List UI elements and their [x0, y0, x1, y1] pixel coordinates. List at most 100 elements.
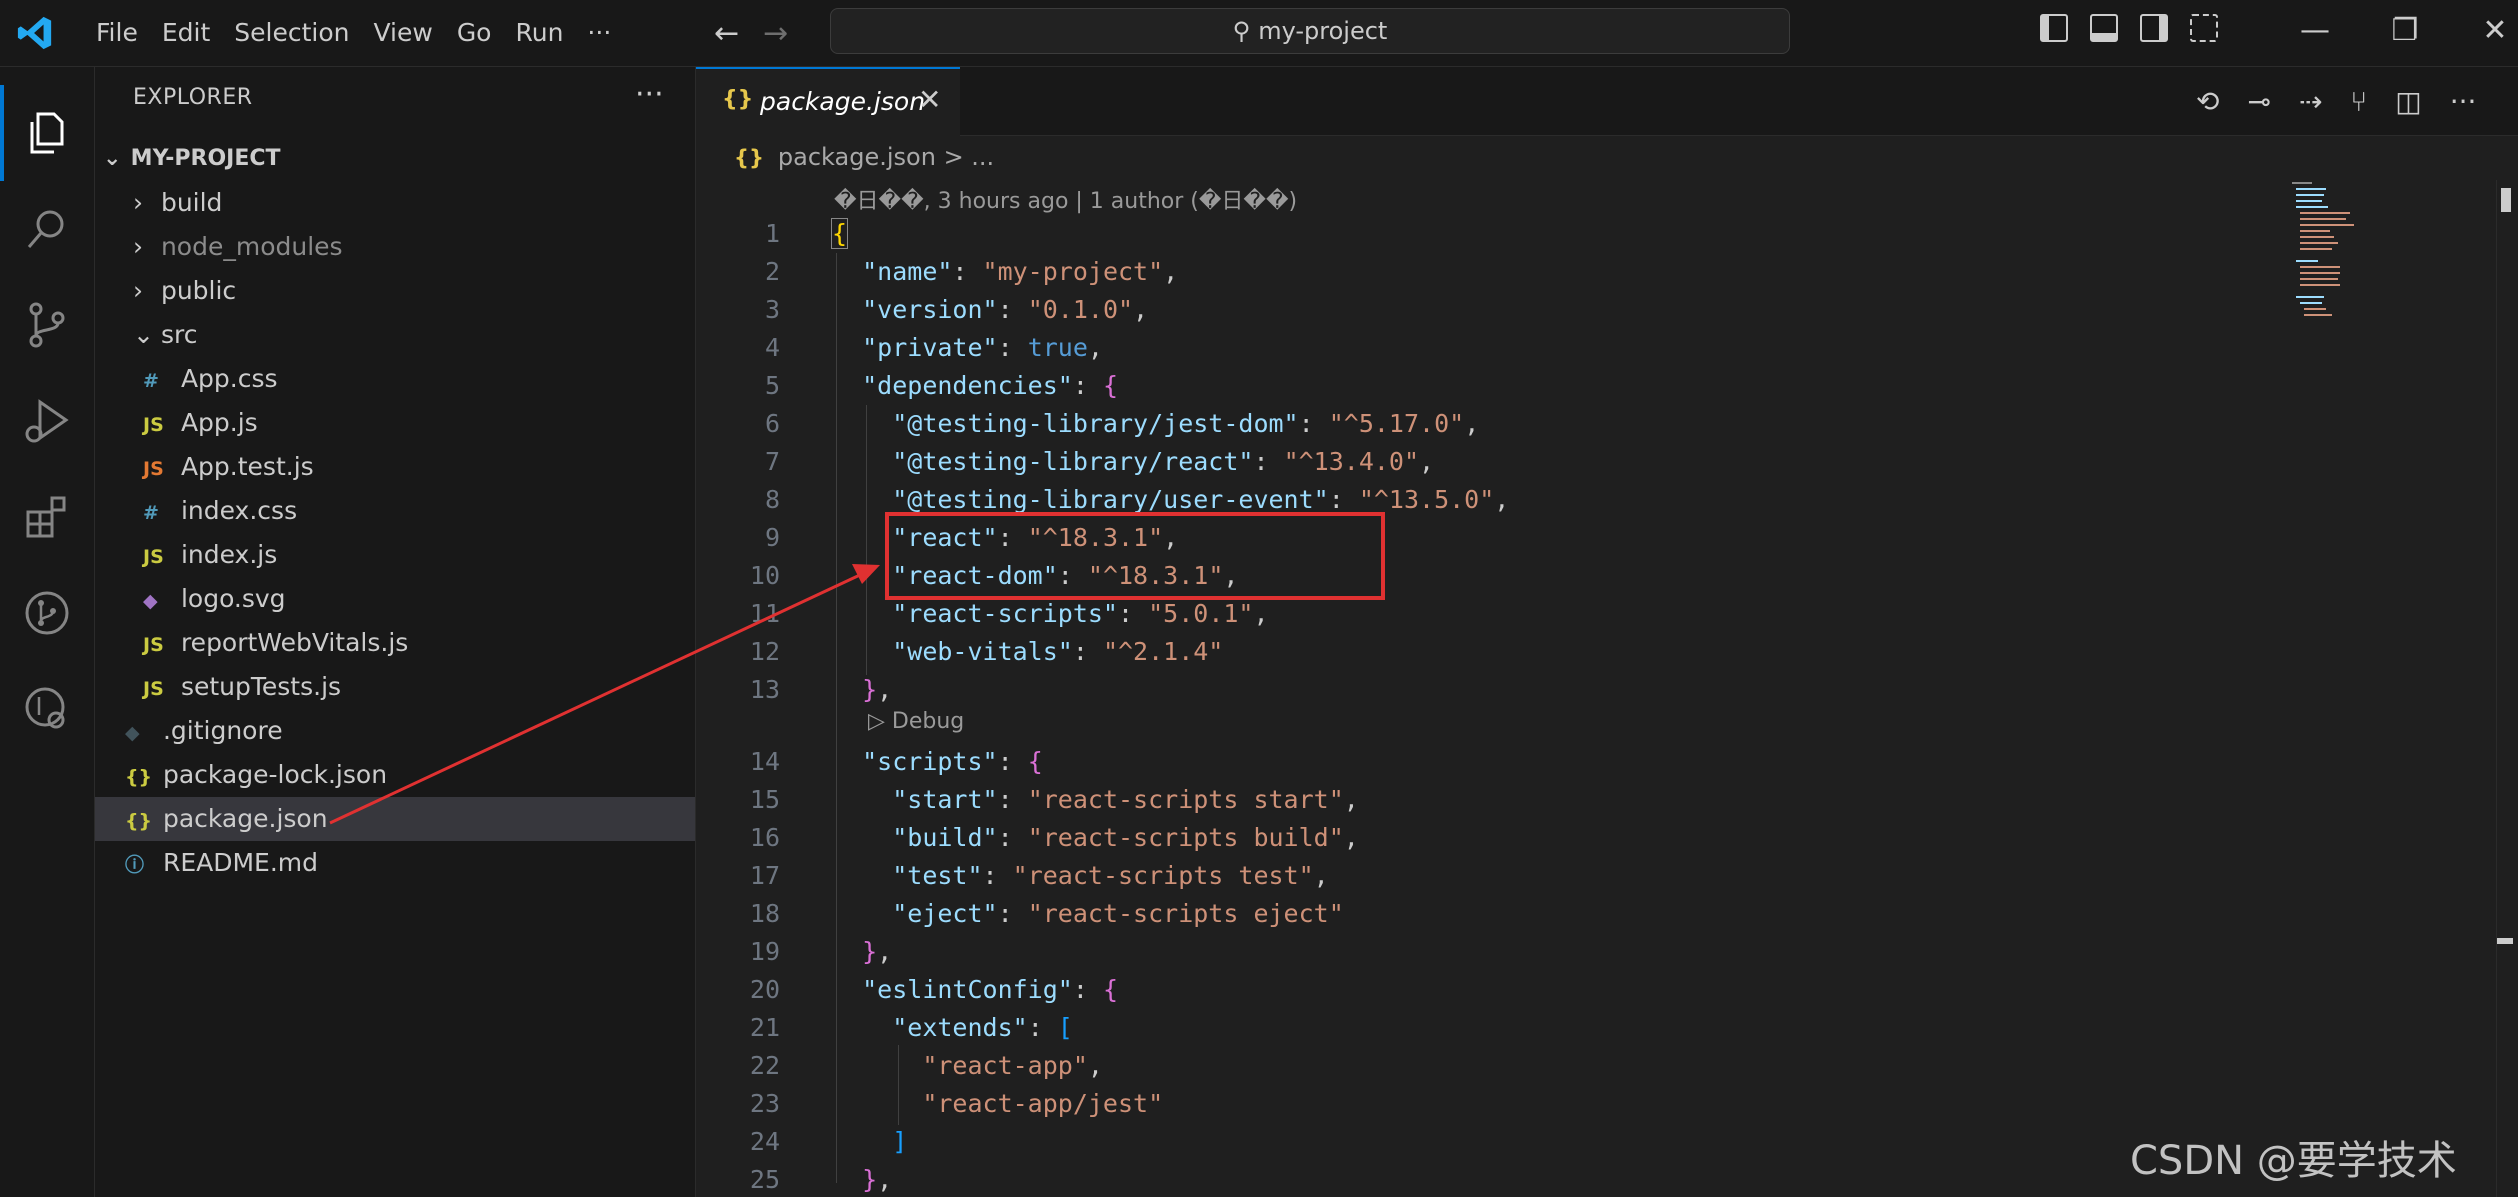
code-line-7[interactable]: "@testing-library/react": "^13.4.0",	[832, 447, 1434, 476]
css-file-icon: #	[143, 370, 159, 392]
more-actions-icon[interactable]: ···	[2450, 85, 2477, 118]
tab-bar: {} package.json ✕ ⟲ ⊸ ⇢ ⑂ ◫ ···	[696, 67, 2518, 136]
toggle-secondary-sidebar-icon[interactable]	[2140, 14, 2168, 42]
code-line-5[interactable]: "dependencies": {	[832, 371, 1118, 400]
scrollbar-marker	[2497, 938, 2513, 944]
minimap[interactable]	[2288, 180, 2368, 330]
code-line-23[interactable]: "react-app/jest"	[832, 1089, 1163, 1118]
git-graph-icon[interactable]: ⑂	[2350, 85, 2367, 118]
code-line-1[interactable]: {	[830, 218, 849, 249]
scrollbar-thumb[interactable]	[2501, 188, 2511, 212]
code-line-14[interactable]: "scripts": {	[832, 747, 1043, 776]
tree-item-gitignore[interactable]: ◆ .gitignore	[95, 709, 695, 753]
split-editor-icon[interactable]: ◫	[2395, 85, 2421, 118]
back-arrow-icon[interactable]: ←	[714, 16, 739, 51]
code-line-2[interactable]: "name": "my-project",	[832, 257, 1178, 286]
toggle-panel-icon[interactable]	[2090, 14, 2118, 42]
open-changes-icon[interactable]: ⟲	[2196, 85, 2219, 118]
menu-selection[interactable]: Selection	[222, 14, 361, 52]
watermark: CSDN @要学技术	[2130, 1138, 2457, 1184]
tree-item-readme[interactable]: ⓘ README.md	[95, 841, 695, 885]
menu-edit[interactable]: Edit	[150, 14, 222, 52]
line-number: 23	[749, 1089, 780, 1118]
close-icon[interactable]: ✕	[918, 83, 941, 116]
tree-item-index-js[interactable]: JS index.js	[95, 533, 695, 577]
menu-bar: File Edit Selection View Go Run ···	[84, 14, 623, 52]
breadcrumb-rest[interactable]: > ...	[944, 143, 995, 171]
previous-change-icon[interactable]: ⊸	[2247, 85, 2270, 118]
project-name: MY-PROJECT	[130, 146, 281, 171]
code-line-13[interactable]: },	[832, 675, 892, 704]
menu-go[interactable]: Go	[445, 14, 504, 52]
tree-item-package-lock[interactable]: {} package-lock.json	[95, 753, 695, 797]
menu-file[interactable]: File	[84, 14, 150, 52]
tree-item-label: package.json	[162, 804, 328, 833]
tree-item-label: App.test.js	[180, 452, 314, 481]
chevron-right-icon: ›	[133, 232, 143, 261]
json-file-icon: {}	[125, 766, 153, 788]
line-number: 22	[749, 1051, 780, 1080]
git-graph-icon[interactable]	[0, 565, 94, 661]
extensions-icon[interactable]	[0, 469, 94, 565]
code-line-21[interactable]: "extends": [	[832, 1013, 1073, 1042]
tree-item-node-modules[interactable]: › node_modules	[95, 225, 695, 269]
code-line-19[interactable]: },	[832, 937, 892, 966]
code-line-16[interactable]: "build": "react-scripts build",	[832, 823, 1359, 852]
tree-item-report-web-vitals[interactable]: JS reportWebVitals.js	[95, 621, 695, 665]
chevron-right-icon: ›	[133, 188, 143, 217]
customize-layout-icon[interactable]	[2190, 14, 2218, 42]
line-number: 13	[749, 675, 780, 704]
restore-icon[interactable]: ❐	[2360, 8, 2450, 54]
scrollbar[interactable]	[2496, 180, 2515, 1197]
tree-item-setup-tests[interactable]: JS setupTests.js	[95, 665, 695, 709]
minimize-icon[interactable]: —	[2270, 8, 2360, 54]
command-center[interactable]: ⚲ my-project	[830, 8, 1790, 54]
debug-codelens[interactable]: ▷ Debug	[868, 709, 964, 734]
code-line-15[interactable]: "start": "react-scripts start",	[832, 785, 1359, 814]
next-change-icon[interactable]: ⇢	[2299, 85, 2322, 118]
code-line-4[interactable]: "private": true,	[832, 333, 1103, 362]
git-lens-icon[interactable]	[0, 661, 94, 757]
source-control-icon[interactable]	[0, 277, 94, 373]
tab-package-json[interactable]: {} package.json ✕	[696, 67, 960, 136]
js-file-icon: JS	[143, 414, 164, 436]
tree-item-app-js[interactable]: JS App.js	[95, 401, 695, 445]
tree-item-public[interactable]: › public	[95, 269, 695, 313]
search-icon[interactable]	[0, 181, 94, 277]
tree-item-src[interactable]: ⌄ src	[95, 313, 695, 357]
run-debug-icon[interactable]	[0, 373, 94, 469]
menu-view[interactable]: View	[361, 14, 444, 52]
code-line-6[interactable]: "@testing-library/jest-dom": "^5.17.0",	[832, 409, 1479, 438]
js-file-icon: JS	[143, 678, 164, 700]
code-line-22[interactable]: "react-app",	[832, 1051, 1103, 1080]
explorer-icon[interactable]	[0, 85, 94, 181]
breadcrumb-file[interactable]: package.json	[778, 143, 936, 171]
menu-more[interactable]: ···	[575, 14, 623, 52]
tree-item-index-css[interactable]: # index.css	[95, 489, 695, 533]
code-line-3[interactable]: "version": "0.1.0",	[832, 295, 1148, 324]
git-blame-codelens[interactable]: �日��, 3 hours ago | 1 author (�日��)	[834, 183, 1297, 215]
tree-item-logo-svg[interactable]: ◆ logo.svg	[95, 577, 695, 621]
code-line-24[interactable]: ]	[832, 1127, 907, 1156]
code-line-18[interactable]: "eject": "react-scripts eject"	[832, 899, 1344, 928]
code-line-25[interactable]: },	[832, 1165, 892, 1194]
close-window-icon[interactable]: ✕	[2450, 8, 2518, 54]
forward-arrow-icon[interactable]: →	[763, 16, 788, 51]
menu-run[interactable]: Run	[503, 14, 575, 52]
tree-item-app-test-js[interactable]: JS App.test.js	[95, 445, 695, 489]
toggle-primary-sidebar-icon[interactable]	[2040, 14, 2068, 42]
tree-item-package-json[interactable]: {} package.json	[95, 797, 695, 841]
tree-item-app-css[interactable]: # App.css	[95, 357, 695, 401]
line-number: 12	[749, 637, 780, 666]
explorer-more-icon[interactable]: ···	[635, 77, 664, 112]
code-line-8[interactable]: "@testing-library/user-event": "^13.5.0"…	[832, 485, 1509, 514]
tree-item-label: logo.svg	[180, 584, 286, 613]
tree-project-root[interactable]: ⌄ MY-PROJECT	[95, 137, 695, 181]
code-line-12[interactable]: "web-vitals": "^2.1.4"	[832, 637, 1223, 666]
tree-item-build[interactable]: › build	[95, 181, 695, 225]
code-line-20[interactable]: "eslintConfig": {	[832, 975, 1118, 1004]
code-line-11[interactable]: "react-scripts": "5.0.1",	[832, 599, 1268, 628]
json-file-icon: {}	[722, 87, 754, 112]
json-file-icon: {}	[734, 146, 764, 170]
code-line-17[interactable]: "test": "react-scripts test",	[832, 861, 1329, 890]
